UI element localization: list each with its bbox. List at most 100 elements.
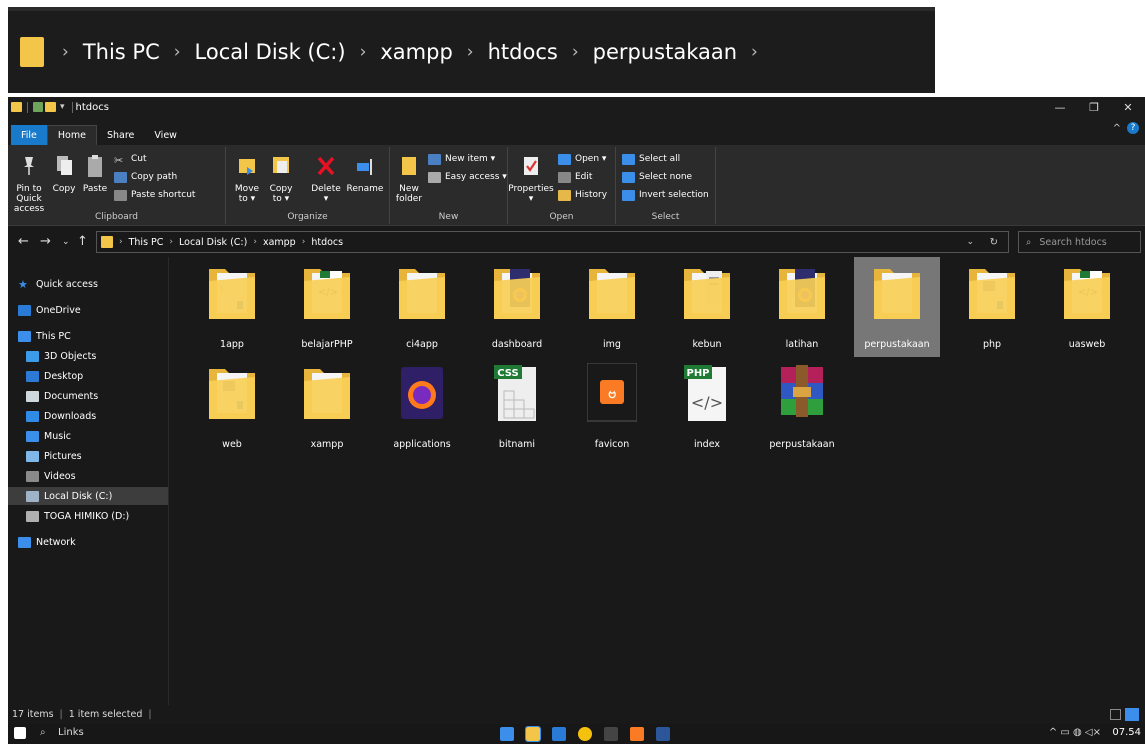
copy-to-button[interactable]: Copy to ▾ bbox=[266, 153, 296, 204]
search-icon[interactable]: ⌕ bbox=[40, 727, 46, 738]
breadcrumb-separator[interactable]: › bbox=[751, 42, 758, 62]
minimize-button[interactable]: — bbox=[1043, 97, 1077, 117]
sidebar-item[interactable]: Documents bbox=[8, 387, 168, 405]
help-icon[interactable]: ? bbox=[1127, 122, 1139, 134]
address-separator[interactable]: › bbox=[119, 237, 123, 247]
file-item[interactable]: ဗ favicon bbox=[569, 357, 655, 457]
paste-shortcut-button[interactable]: Paste shortcut bbox=[114, 187, 195, 203]
file-item[interactable]: applications bbox=[379, 357, 465, 457]
xampp-icon[interactable] bbox=[630, 727, 644, 741]
sidebar-item[interactable]: Local Disk (C:) bbox=[8, 487, 168, 505]
sidebar-item[interactable]: Desktop bbox=[8, 367, 168, 385]
pin-to-quick-access-button[interactable]: Pin to Quick access bbox=[10, 153, 48, 214]
word-icon[interactable] bbox=[656, 727, 670, 741]
invert-selection-button[interactable]: Invert selection bbox=[622, 187, 709, 203]
up-arrow-icon[interactable]: ↑ bbox=[77, 234, 88, 249]
folder-item[interactable]: </> belajarPHP bbox=[284, 257, 370, 357]
sidebar-item[interactable]: TOGA HIMIKO (D:) bbox=[8, 507, 168, 525]
address-separator[interactable]: › bbox=[302, 237, 306, 247]
system-tray-icons[interactable]: ^ ▭ ◍ ◁× bbox=[1049, 727, 1101, 738]
close-button[interactable]: ✕ bbox=[1111, 97, 1145, 117]
open-icon bbox=[558, 153, 571, 165]
select-none-button[interactable]: Select none bbox=[622, 169, 692, 185]
tab-file[interactable]: File bbox=[11, 125, 47, 145]
vscode-icon[interactable] bbox=[552, 727, 566, 741]
chrome-icon[interactable] bbox=[578, 727, 592, 741]
sidebar-item[interactable]: Network bbox=[8, 533, 168, 551]
folder-item[interactable]: 1app bbox=[189, 257, 275, 357]
folder-item[interactable]: kebun bbox=[664, 257, 750, 357]
terminal-icon[interactable] bbox=[604, 727, 618, 741]
copy-path-button[interactable]: Copy path bbox=[114, 169, 177, 185]
new-item-button[interactable]: New item ▾ bbox=[428, 151, 495, 167]
breadcrumb-item[interactable]: This PC bbox=[83, 40, 160, 64]
address-crumb[interactable]: Local Disk (C:) bbox=[179, 237, 247, 248]
address-separator[interactable]: › bbox=[169, 237, 173, 247]
refresh-icon[interactable]: ↻ bbox=[990, 237, 998, 248]
file-item[interactable]: PHP </> index bbox=[664, 357, 750, 457]
folder-item[interactable]: perpustakaan bbox=[854, 257, 940, 357]
open-button[interactable]: Open ▾ bbox=[558, 151, 606, 167]
new-folder-quick-icon[interactable] bbox=[45, 102, 56, 112]
rename-button[interactable]: Rename bbox=[346, 153, 384, 194]
collapse-ribbon-icon[interactable]: ^ bbox=[1113, 123, 1121, 134]
paste-button[interactable]: Paste bbox=[81, 153, 109, 194]
breadcrumb-item[interactable]: xampp bbox=[380, 40, 452, 64]
address-bar[interactable]: › This PC › Local Disk (C:) › xampp › htdocs ⌄ … bbox=[96, 231, 1009, 253]
edit-button[interactable]: Edit bbox=[558, 169, 592, 185]
folder-item[interactable]: dashboard bbox=[474, 257, 560, 357]
breadcrumb-item[interactable]: htdocs bbox=[488, 40, 558, 64]
delete-button[interactable]: Delete ▾ bbox=[308, 153, 344, 204]
folder-item[interactable]: xampp bbox=[284, 357, 370, 457]
breadcrumb-item[interactable]: perpustakaan bbox=[593, 40, 737, 64]
folder-item[interactable]: ci4app bbox=[379, 257, 465, 357]
sidebar-item[interactable]: OneDrive bbox=[8, 301, 168, 319]
address-crumb[interactable]: htdocs bbox=[311, 237, 343, 248]
customize-quick-access-icon[interactable]: ▾ bbox=[60, 102, 65, 112]
recent-locations-icon[interactable]: ⌄ bbox=[62, 237, 70, 247]
search-input[interactable]: ⌕ Search htdocs bbox=[1018, 231, 1141, 253]
file-item[interactable]: CSS bitnami bbox=[474, 357, 560, 457]
tab-share[interactable]: Share bbox=[97, 125, 144, 145]
taskbar-search-label[interactable]: Links bbox=[58, 727, 84, 738]
maximize-button[interactable]: ❐ bbox=[1077, 97, 1111, 117]
history-button[interactable]: History bbox=[558, 187, 607, 203]
sidebar-item[interactable]: Music bbox=[8, 427, 168, 445]
folder-item[interactable]: latihan bbox=[759, 257, 845, 357]
sidebar-item[interactable]: This PC bbox=[8, 327, 168, 345]
tab-view[interactable]: View bbox=[144, 125, 187, 145]
address-crumb[interactable]: xampp bbox=[263, 237, 296, 248]
select-all-button[interactable]: Select all bbox=[622, 151, 680, 167]
easy-access-button[interactable]: Easy access ▾ bbox=[428, 169, 507, 185]
folder-item[interactable]: php bbox=[949, 257, 1035, 357]
sidebar-item[interactable]: Videos bbox=[8, 467, 168, 485]
properties-button[interactable]: Properties ▾ bbox=[508, 153, 554, 204]
tab-home[interactable]: Home bbox=[46, 125, 97, 145]
move-to-button[interactable]: Move to ▾ bbox=[232, 153, 262, 204]
cut-button[interactable]: ✂ Cut bbox=[114, 151, 147, 167]
address-crumb[interactable]: This PC bbox=[129, 237, 164, 248]
address-separator[interactable]: › bbox=[253, 237, 257, 247]
windows-start-icon[interactable] bbox=[14, 727, 26, 739]
sidebar-item[interactable]: Downloads bbox=[8, 407, 168, 425]
folder-item[interactable]: img bbox=[569, 257, 655, 357]
properties-quick-icon[interactable] bbox=[33, 102, 43, 112]
clock[interactable]: 07.54 bbox=[1112, 727, 1141, 738]
forward-arrow-icon[interactable]: → bbox=[40, 234, 51, 249]
file-explorer-icon[interactable] bbox=[525, 726, 541, 742]
breadcrumb-item[interactable]: Local Disk (C:) bbox=[195, 40, 346, 64]
folder-item[interactable]: web bbox=[189, 357, 275, 457]
back-arrow-icon[interactable]: ← bbox=[18, 234, 29, 249]
file-item[interactable]: perpustakaan bbox=[759, 357, 845, 457]
sidebar-item[interactable]: ★ Quick access bbox=[8, 275, 168, 293]
copy-button[interactable]: Copy bbox=[50, 153, 78, 194]
this-pc-icon[interactable] bbox=[500, 727, 514, 741]
large-icons-view-icon[interactable] bbox=[1125, 708, 1139, 721]
details-view-icon[interactable] bbox=[1110, 709, 1121, 720]
folder-item[interactable]: </> uasweb bbox=[1044, 257, 1130, 357]
pin-label: Pin to Quick access bbox=[13, 184, 45, 214]
new-folder-button[interactable]: New folder bbox=[394, 153, 424, 204]
sidebar-item[interactable]: Pictures bbox=[8, 447, 168, 465]
address-dropdown-icon[interactable]: ⌄ bbox=[966, 237, 974, 247]
sidebar-item[interactable]: 3D Objects bbox=[8, 347, 168, 365]
